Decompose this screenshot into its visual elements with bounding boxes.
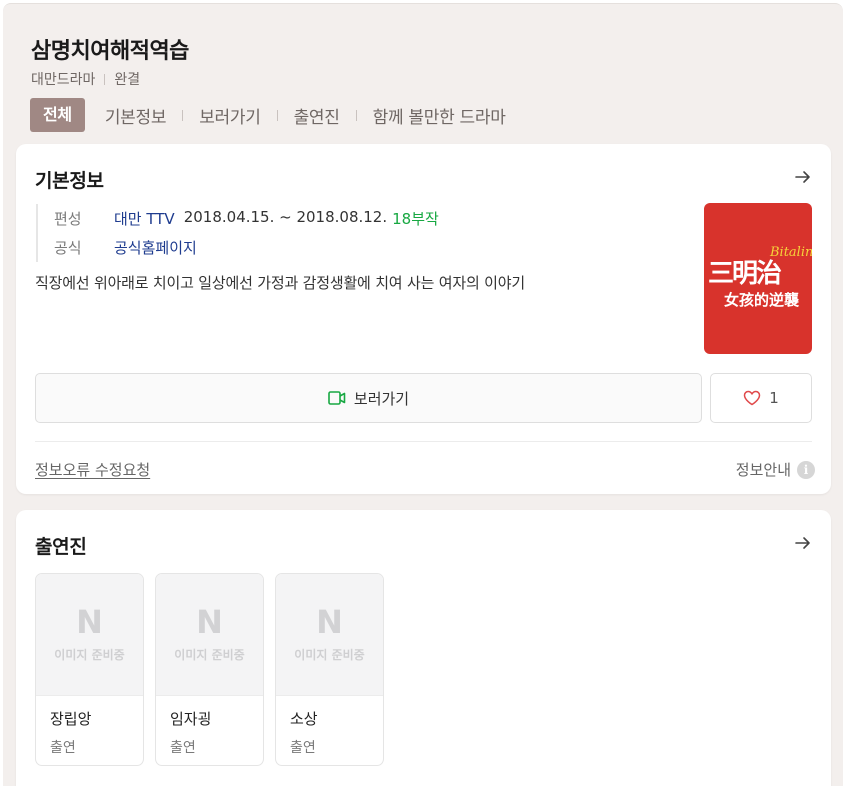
placeholder-text: 이미지 준비중 (54, 648, 125, 662)
cast-role: 출연 (290, 740, 316, 756)
cast-name: 소상 (290, 710, 318, 728)
poster-title: 三明治 (708, 259, 782, 289)
arrow-right-icon[interactable] (794, 168, 812, 186)
placeholder-text: 이미지 준비중 (294, 648, 365, 662)
tab-similar-dramas[interactable]: 함께 볼만한 드라마 (371, 103, 508, 128)
meta-divider (104, 73, 106, 85)
tab-divider (355, 109, 357, 121)
broadcast-label: 편성 (54, 210, 82, 228)
placeholder-text: 이미지 준비중 (174, 648, 245, 662)
report-error-link[interactable]: 정보오류 수정요청 (35, 459, 150, 480)
info-guide-label: 정보안내 (735, 461, 791, 479)
tab-cast[interactable]: 출연진 (292, 103, 342, 128)
synopsis: 직장에선 위아래로 치이고 일상에선 가정과 감정생활에 치여 사는 여자의 이… (35, 274, 525, 292)
info-icon: i (797, 460, 815, 479)
cast-title: 출연진 (35, 536, 87, 558)
placeholder-logo: N (76, 603, 103, 641)
cast-card: 출연진 N 이미지 준비중 장립앙 출연 N 이미지 준비중 임자굉 출연 N … (16, 510, 831, 786)
broadcaster-link[interactable]: 대만 TTV (114, 208, 175, 229)
like-count: 1 (769, 389, 779, 407)
cast-member-card[interactable]: N 이미지 준비중 장립앙 출연 (35, 573, 144, 766)
cast-name: 임자굉 (170, 710, 212, 728)
basic-info-title: 기본정보 (35, 170, 104, 192)
drama-meta: 대만드라마 완결 (31, 69, 140, 89)
video-icon (328, 391, 346, 405)
watch-button-label: 보러가기 (353, 389, 410, 408)
cast-list: N 이미지 준비중 장립앙 출연 N 이미지 준비중 임자굉 출연 N 이미지 … (35, 573, 384, 766)
genre-label: 대만드라마 (31, 72, 96, 88)
info-list: 편성 대만 TTV 2018.04.15. ~ 2018.08.12. 18부작… (36, 204, 439, 262)
like-button[interactable]: 1 (710, 373, 812, 423)
cast-photo-placeholder: N 이미지 준비중 (36, 574, 143, 696)
poster-image[interactable]: Bitalin 三明治 女孩的逆襲 (704, 203, 812, 354)
tab-bar: 전체 기본정보 보러가기 출연진 함께 볼만한 드라마 (30, 98, 508, 132)
cast-name: 장립앙 (50, 710, 92, 728)
official-row: 공식 공식홈페이지 (54, 233, 439, 262)
broadcast-period: 2018.04.15. ~ 2018.08.12. (183, 208, 388, 226)
official-label: 공식 (54, 239, 82, 257)
divider (35, 441, 812, 442)
official-homepage-link[interactable]: 공식홈페이지 (114, 237, 197, 258)
cast-member-card[interactable]: N 이미지 준비중 소상 출연 (275, 573, 384, 766)
cast-role: 출연 (50, 740, 76, 756)
info-guide[interactable]: 정보안내 i (736, 459, 815, 480)
cast-photo-placeholder: N 이미지 준비중 (276, 574, 383, 696)
broadcast-row: 편성 대만 TTV 2018.04.15. ~ 2018.08.12. 18부작 (54, 204, 439, 233)
poster-title-2: 女孩的逆襲 (724, 291, 800, 309)
placeholder-logo: N (316, 603, 343, 641)
cast-photo-placeholder: N 이미지 준비중 (156, 574, 263, 696)
tab-all[interactable]: 전체 (30, 98, 85, 132)
basic-info-card: 기본정보 편성 대만 TTV 2018.04.15. ~ 2018.08.12.… (16, 144, 831, 494)
tab-divider (276, 109, 278, 121)
cast-member-card[interactable]: N 이미지 준비중 임자굉 출연 (155, 573, 264, 766)
episode-count: 18부작 (392, 210, 439, 228)
tab-basic-info[interactable]: 기본정보 (103, 103, 168, 128)
heart-icon (743, 390, 761, 406)
arrow-right-icon[interactable] (794, 534, 812, 552)
tab-watch[interactable]: 보러가기 (197, 103, 262, 128)
status-label: 완결 (114, 72, 141, 88)
page-title: 삼명치여해적역습 (31, 39, 189, 64)
placeholder-logo: N (196, 603, 223, 641)
tab-divider (182, 109, 184, 121)
cast-role: 출연 (170, 740, 196, 756)
watch-button[interactable]: 보러가기 (35, 373, 702, 423)
